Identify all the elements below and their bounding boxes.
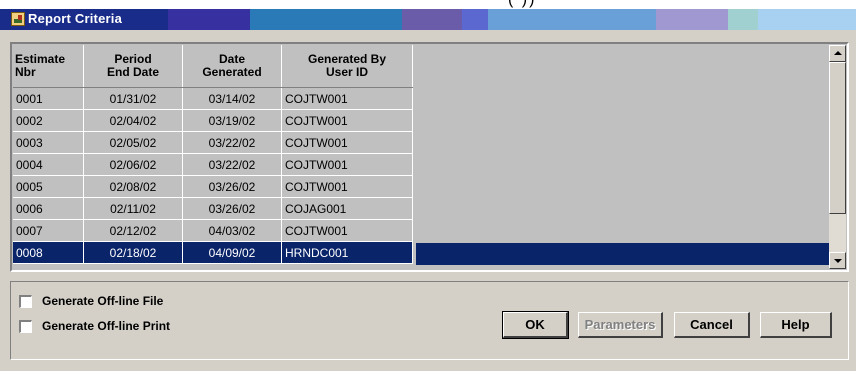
title-band (488, 9, 656, 30)
estimates-table: Estimate Nbr Period End Date Date Generated Ge… (13, 45, 413, 264)
table-cell: COJTW001 (281, 131, 413, 154)
table-cell: 01/31/02 (83, 87, 183, 110)
table-cell: 04/03/02 (182, 219, 282, 242)
table-row[interactable]: 0001 01/31/02 03/14/02 COJTW001 (13, 87, 413, 110)
column-header-line: Nbr (15, 65, 36, 79)
scroll-up-button[interactable] (829, 45, 846, 62)
ok-button[interactable]: OK (502, 311, 569, 339)
table-cell: 02/05/02 (83, 131, 183, 154)
offline-print-option[interactable]: Generate Off-line Print (19, 319, 170, 333)
estimates-grid[interactable]: Estimate Nbr Period End Date Date Generated Ge… (10, 42, 849, 272)
arrow-up-icon (834, 51, 842, 55)
table-cell: 03/26/02 (182, 197, 282, 220)
title-band (656, 9, 728, 30)
table-cell: 0002 (13, 109, 84, 132)
table-cell: 02/11/02 (83, 197, 183, 220)
app-icon (11, 12, 25, 26)
table-row[interactable]: 0008 02/18/02 04/09/02 HRNDC001 (13, 241, 413, 264)
grid-body: Estimate Nbr Period End Date Date Generated Ge… (13, 45, 832, 269)
table-row[interactable]: 0006 02/11/02 03/26/02 COJAG001 (13, 197, 413, 220)
help-button[interactable]: Help (760, 312, 832, 338)
table-cell: 0007 (13, 219, 84, 242)
title-bar: Report Criteria ( )) (0, 0, 856, 30)
column-header[interactable]: Date Generated (182, 45, 282, 88)
table-cell: COJTW001 (281, 153, 413, 176)
table-cell: 0003 (13, 131, 84, 154)
table-cell: 03/14/02 (182, 87, 282, 110)
table-row[interactable]: 0005 02/08/02 03/26/02 COJTW001 (13, 175, 413, 198)
scroll-thumb[interactable] (829, 62, 846, 214)
scroll-down-button[interactable] (829, 252, 846, 269)
table-row[interactable]: 0002 02/04/02 03/19/02 COJTW001 (13, 109, 413, 132)
table-cell: 0006 (13, 197, 84, 220)
table-cell: 02/08/02 (83, 175, 183, 198)
table-row[interactable]: 0003 02/05/02 03/22/02 COJTW001 (13, 131, 413, 154)
table-cell: 03/22/02 (182, 153, 282, 176)
table-cell: 0005 (13, 175, 84, 198)
title-band (250, 9, 402, 30)
options-panel: Generate Off-line File Generate Off-line… (10, 281, 849, 360)
table-cell: 03/22/02 (182, 131, 282, 154)
column-header[interactable]: Generated By User ID (281, 45, 413, 88)
column-header-line: Generated (202, 65, 262, 79)
arrow-down-icon (834, 259, 842, 263)
title-band (462, 9, 488, 30)
table-cell: 02/06/02 (83, 153, 183, 176)
table-cell: 0001 (13, 87, 84, 110)
table-cell: 04/09/02 (182, 241, 282, 264)
offline-file-option[interactable]: Generate Off-line File (19, 294, 163, 308)
cancel-button[interactable]: Cancel (674, 312, 750, 338)
table-cell: 02/04/02 (83, 109, 183, 132)
title-band (758, 9, 856, 30)
column-header[interactable]: Period End Date (83, 45, 183, 88)
table-cell: COJTW001 (281, 219, 413, 242)
grid-header-row: Estimate Nbr Period End Date Date Generated Ge… (13, 45, 413, 88)
table-cell: 03/26/02 (182, 175, 282, 198)
offline-print-checkbox[interactable] (19, 319, 32, 333)
table-cell: 02/18/02 (83, 241, 183, 264)
title-band (728, 9, 758, 30)
column-header[interactable]: Estimate Nbr (13, 45, 84, 88)
title-overflow-text: ( )) (508, 0, 536, 9)
table-cell: COJTW001 (281, 175, 413, 198)
table-cell: 0008 (13, 241, 84, 264)
table-row[interactable]: 0004 02/06/02 03/22/02 COJTW001 (13, 153, 413, 176)
table-cell: COJTW001 (281, 109, 413, 132)
offline-file-checkbox[interactable] (19, 294, 32, 308)
table-cell: COJAG001 (281, 197, 413, 220)
parameters-button[interactable]: Parameters (578, 312, 663, 338)
column-header-line: User ID (325, 65, 369, 79)
offline-print-label: Generate Off-line Print (42, 319, 171, 333)
table-cell: HRNDC001 (281, 241, 413, 264)
table-cell: 03/19/02 (182, 109, 282, 132)
window-title: Report Criteria (28, 11, 123, 26)
table-cell: 0004 (13, 153, 84, 176)
vertical-scrollbar[interactable] (829, 45, 846, 269)
offline-file-label: Generate Off-line File (42, 294, 164, 308)
column-header-line: End Date (106, 65, 159, 79)
table-row[interactable]: 0007 02/12/02 04/03/02 COJTW001 (13, 219, 413, 242)
table-cell: COJTW001 (281, 87, 413, 110)
table-cell: 02/12/02 (83, 219, 183, 242)
title-band (402, 9, 462, 30)
selected-row-highlight (416, 243, 832, 265)
title-band (168, 9, 250, 30)
